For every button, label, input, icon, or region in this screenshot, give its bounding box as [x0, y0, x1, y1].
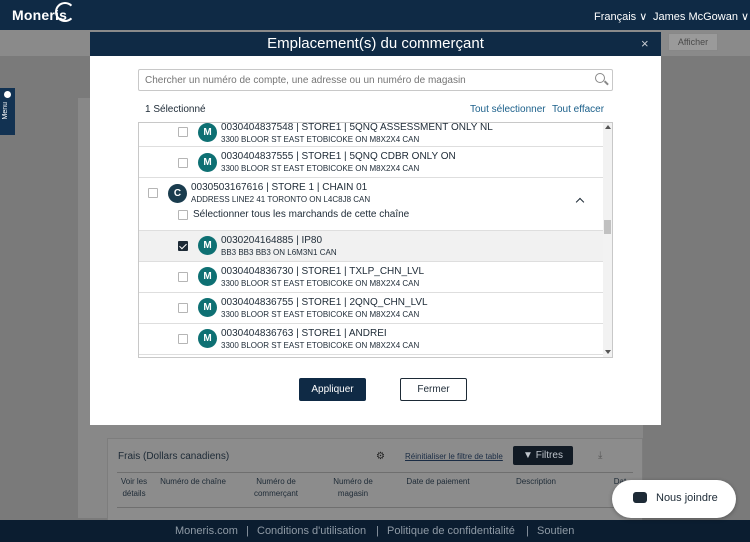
footer: Moneris.com | Conditions d'utilisation |…	[0, 520, 750, 542]
merchant-address: 3300 BLOOR ST EAST ETOBICOKE ON M8X2X4 C…	[221, 164, 420, 173]
merchant-checkbox[interactable]	[178, 158, 188, 168]
merchant-address: 3300 BLOOR ST EAST ETOBICOKE ON M8X2X4 C…	[221, 135, 420, 144]
merchant-title: 0030404836730 | STORE1 | TXLP_CHN_LVL	[221, 266, 425, 277]
merchant-checkbox[interactable]	[178, 241, 188, 251]
top-navigation-bar: Moneris Français ∨ James McGowan ∨	[0, 0, 750, 30]
moneris-swirl-icon	[55, 2, 75, 22]
merchant-badge: M	[198, 298, 217, 317]
chain-select-all-checkbox[interactable]	[178, 210, 188, 220]
column-header[interactable]: Description	[510, 476, 562, 488]
merchant-address: BB3 BB3 BB3 ON L6M3N1 CAN	[221, 248, 337, 257]
close-icon[interactable]: ×	[641, 36, 649, 51]
footer-separator: |	[246, 525, 249, 537]
merchant-title: 0030204164885 | IP80	[221, 235, 323, 246]
column-header[interactable]: Date de paiement	[402, 476, 474, 488]
column-header[interactable]: Numéro de commerçant	[240, 476, 312, 500]
list-scrollbar[interactable]	[603, 123, 612, 357]
chain-address: ADDRESS LINE2 41 TORONTO ON L4C8J8 CAN	[191, 195, 371, 204]
footer-separator: |	[376, 525, 379, 537]
footer-link-privacy[interactable]: Politique de confidentialité	[387, 525, 515, 537]
merchant-checkbox[interactable]	[178, 334, 188, 344]
modal-header: Emplacement(s) du commerçant ×	[90, 32, 661, 56]
merchant-list-item[interactable]: M 0030404836755 | STORE1 | 2QNQ_CHN_LVL …	[139, 293, 603, 324]
footer-separator: |	[526, 525, 529, 537]
merchant-title: 0030404836755 | STORE1 | 2QNQ_CHN_LVL	[221, 297, 428, 308]
chain-checkbox[interactable]	[148, 188, 158, 198]
column-header[interactable]: Numéro de chaîne	[158, 476, 228, 488]
user-menu[interactable]: James McGowan ∨	[653, 10, 749, 23]
search-input[interactable]	[138, 69, 613, 91]
modal-title: Emplacement(s) du commerçant	[267, 35, 484, 52]
contact-us-label: Nous joindre	[656, 492, 718, 504]
fees-title: Frais (Dollars canadiens)	[118, 451, 230, 462]
footer-link-support[interactable]: Soutien	[537, 525, 574, 537]
merchant-title: 0030404837548 | STORE1 | 5QNQ ASSESSMENT…	[221, 122, 493, 133]
footer-link-terms[interactable]: Conditions d'utilisation	[257, 525, 366, 537]
merchant-badge: M	[198, 153, 217, 172]
chat-bubble-icon	[633, 492, 647, 503]
chain-title: 0030503167616 | STORE 1 | CHAIN 01	[191, 182, 368, 193]
merchant-checkbox[interactable]	[178, 127, 188, 137]
scroll-down-icon[interactable]	[605, 350, 611, 354]
merchant-address: 3300 BLOOR ST EAST ETOBICOKE ON M8X2X4 C…	[221, 279, 420, 288]
scrollbar-thumb[interactable]	[604, 220, 611, 234]
selected-count: 1 Sélectionné	[145, 104, 206, 115]
footer-link-moneris[interactable]: Moneris.com	[175, 525, 238, 537]
menu-info-icon	[4, 91, 11, 98]
merchant-address: 3300 BLOOR ST EAST ETOBICOKE ON M8X2X4 C…	[221, 310, 420, 319]
chain-badge: C	[168, 184, 187, 203]
select-all-link[interactable]: Tout sélectionner	[470, 104, 546, 115]
merchant-checkbox[interactable]	[178, 303, 188, 313]
merchant-list-item[interactable]: M 0030204164885 | IP80 BB3 BB3 BB3 ON L6…	[139, 231, 603, 262]
column-header[interactable]: Numéro de magasin	[330, 476, 376, 500]
chevron-up-icon[interactable]	[575, 197, 585, 207]
merchant-badge: M	[198, 123, 217, 142]
side-menu-tab[interactable]: Menu	[0, 88, 15, 135]
merchant-checkbox[interactable]	[178, 272, 188, 282]
contact-us-button[interactable]: Nous joindre	[612, 480, 736, 518]
column-header[interactable]: Voir les détails	[117, 476, 151, 500]
reset-table-filter-link[interactable]: Réinitialiser le filtre de table	[405, 452, 503, 461]
merchant-list-item[interactable]: M 0030404837555 | STORE1 | 5QNQ CDBR ONL…	[139, 147, 603, 178]
clear-all-link[interactable]: Tout effacer	[552, 104, 604, 115]
chain-select-all-label[interactable]: Sélectionner tous les marchands de cette…	[193, 209, 409, 220]
close-button[interactable]: Fermer	[400, 378, 467, 401]
filters-button-label: Filtres	[535, 450, 563, 461]
chain-list-item[interactable]: C 0030503167616 | STORE 1 | CHAIN 01 ADD…	[139, 178, 603, 231]
merchant-badge: M	[198, 236, 217, 255]
merchant-badge: M	[198, 267, 217, 286]
filters-button[interactable]: ▼ Filtres	[513, 446, 573, 465]
merchant-badge: M	[198, 329, 217, 348]
merchant-list-item[interactable]: M 0030404837548 | STORE1 | 5QNQ ASSESSME…	[139, 122, 603, 147]
merchant-title: 0030404836763 | STORE1 | ANDREI	[221, 328, 387, 339]
merchant-list[interactable]: M 0030404837548 | STORE1 | 5QNQ ASSESSME…	[138, 122, 613, 358]
merchant-address: 3300 BLOOR ST EAST ETOBICOKE ON M8X2X4 C…	[221, 341, 420, 350]
merchant-title: 0030404837555 | STORE1 | 5QNQ CDBR ONLY …	[221, 151, 456, 162]
merchant-list-item[interactable]: M 0030404836763 | STORE1 | ANDREI 3300 B…	[139, 324, 603, 355]
merchant-list-item[interactable]: M 0030404836730 | STORE1 | TXLP_CHN_LVL …	[139, 262, 603, 293]
settings-gear-icon[interactable]: ⚙	[376, 451, 385, 462]
apply-button[interactable]: Appliquer	[299, 378, 366, 401]
search-icon[interactable]	[595, 73, 605, 83]
side-menu-label: Menu	[2, 102, 9, 120]
scroll-up-icon[interactable]	[605, 125, 611, 129]
download-icon[interactable]: ⤓	[598, 450, 602, 461]
language-selector[interactable]: Français ∨	[594, 10, 647, 23]
merchant-location-modal: Emplacement(s) du commerçant × 1 Sélecti…	[90, 32, 661, 425]
show-button[interactable]: Afficher	[668, 33, 718, 51]
